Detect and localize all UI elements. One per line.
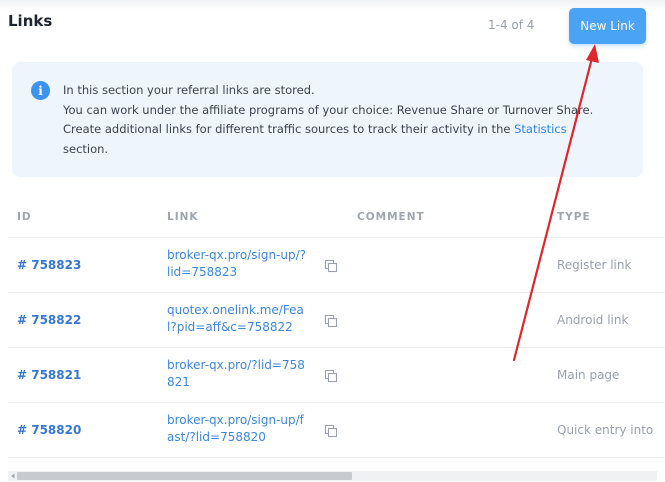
info-line-4: section. <box>63 141 109 156</box>
info-line-2: You can work under the affiliate program… <box>63 102 594 117</box>
new-link-button[interactable]: New Link <box>569 8 646 44</box>
page-title: Links <box>8 12 53 30</box>
info-text: In this section your referral links are … <box>63 81 638 159</box>
row-type: Main page <box>557 368 620 382</box>
row-id[interactable]: # 758821 <box>17 368 81 382</box>
copy-icon[interactable] <box>324 259 338 273</box>
info-line-1: In this section your referral links are … <box>63 83 315 97</box>
copy-icon[interactable] <box>324 369 338 383</box>
links-table: ID LINK COMMENT TYPE # 758823 broker-qx.… <box>8 200 665 458</box>
statistics-link[interactable]: Statistics <box>514 122 567 136</box>
scrollbar-thumb[interactable] <box>17 472 352 480</box>
column-header-id: ID <box>17 211 32 223</box>
top-strip <box>0 0 665 10</box>
table-row: # 758821 broker-qx.pro/?lid=758821 Main … <box>8 348 665 403</box>
row-link[interactable]: quotex.onelink.me/Feal?pid=aff&c=758822 <box>167 302 307 336</box>
info-line-3-text: Create additional links for different tr… <box>63 122 515 136</box>
info-line-3: Create additional links for different tr… <box>63 120 638 140</box>
column-header-type: TYPE <box>557 211 591 223</box>
row-link[interactable]: broker-qx.pro/sign-up/?lid=758823 <box>167 247 307 281</box>
copy-icon[interactable] <box>324 424 338 438</box>
table-row: # 758823 broker-qx.pro/sign-up/?lid=7588… <box>8 238 665 293</box>
column-header-comment: COMMENT <box>357 211 425 223</box>
row-link[interactable]: broker-qx.pro/?lid=758821 <box>167 357 307 391</box>
row-link[interactable]: broker-qx.pro/sign-up/fast/?lid=758820 <box>167 412 307 446</box>
pagination-count: 1-4 of 4 <box>488 18 535 32</box>
column-header-link: LINK <box>167 211 199 223</box>
row-type: Quick entry into <box>557 423 654 437</box>
info-box: i In this section your referral links ar… <box>12 62 643 177</box>
scroll-left-icon[interactable] <box>9 472 17 480</box>
copy-icon[interactable] <box>324 314 338 328</box>
table-row: # 758820 broker-qx.pro/sign-up/fast/?lid… <box>8 403 665 458</box>
row-id[interactable]: # 758823 <box>17 258 81 272</box>
table-row: # 758822 quotex.onelink.me/Feal?pid=aff&… <box>8 293 665 348</box>
row-id[interactable]: # 758820 <box>17 423 81 437</box>
table-header: ID LINK COMMENT TYPE <box>8 200 665 238</box>
info-icon: i <box>31 81 50 100</box>
row-type: Android link <box>557 313 629 327</box>
row-id[interactable]: # 758822 <box>17 313 81 327</box>
row-type: Register link <box>557 258 632 272</box>
